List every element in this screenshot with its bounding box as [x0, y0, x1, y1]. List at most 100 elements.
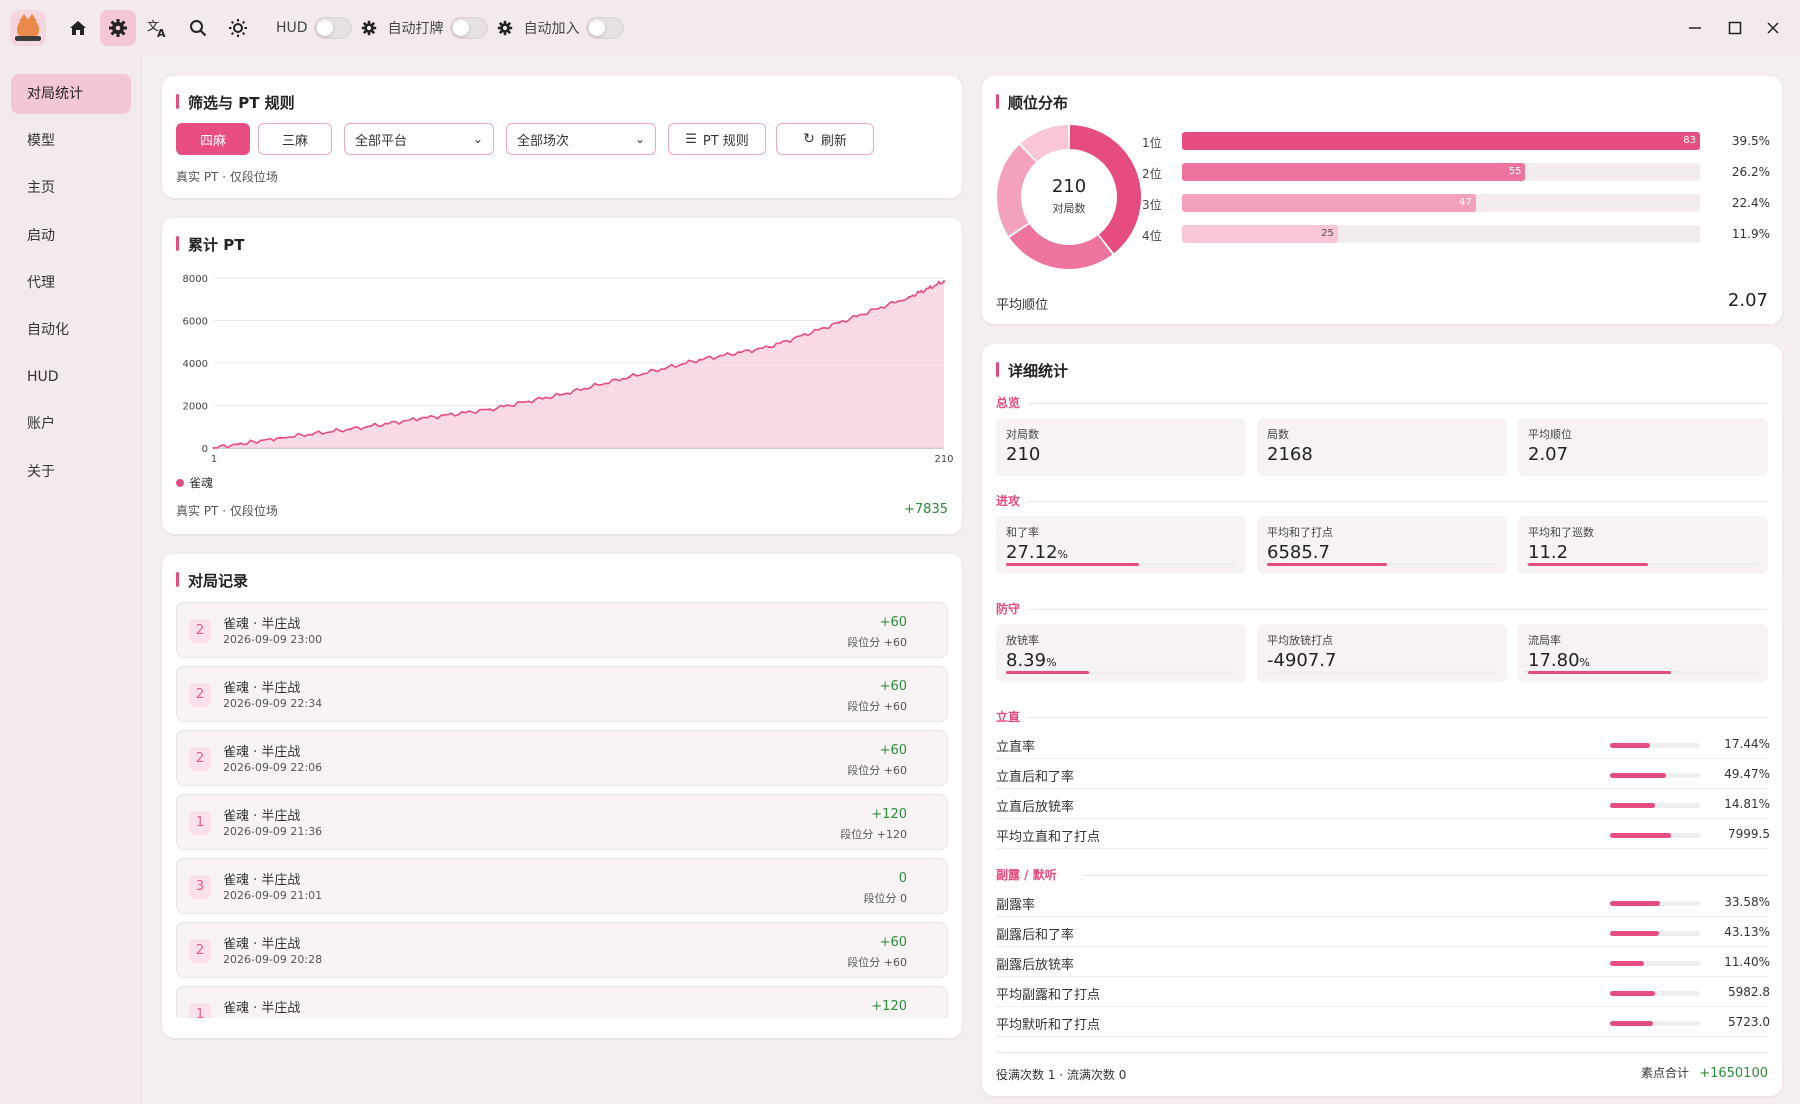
title-bar: 文A HUD 自动打牌 自动加入: [0, 0, 1800, 56]
stat-row-bar: [1610, 773, 1700, 778]
detail-footer-right: 素点合计 +1650100: [1641, 1064, 1768, 1081]
sidebar-item-home[interactable]: 主页: [11, 168, 131, 208]
settings-gear-icon[interactable]: [100, 10, 136, 46]
stat-value: -4907.7: [1267, 650, 1336, 671]
record-pt: +120: [871, 807, 907, 822]
list-item[interactable]: 3 雀魂 · 半庄战 2026-09-09 21:01 0 段位分 0: [176, 858, 948, 914]
record-title: 雀魂 · 半庄战: [223, 873, 301, 888]
search-icon[interactable]: [180, 10, 216, 46]
mode-four-button[interactable]: 四麻: [176, 123, 250, 155]
auto-play-label: 自动打牌: [387, 21, 444, 37]
rank-percent: 39.5%: [1731, 134, 1770, 148]
list-item[interactable]: 1雀魂 · 半庄战2026-09-07 19:04+120段位分 +120: [176, 986, 948, 1018]
section-defense-divider: [1028, 609, 1768, 610]
record-title: 雀魂 · 半庄战: [223, 617, 301, 632]
chevron-down-icon: ⌄: [634, 132, 645, 146]
record-title: 雀魂 · 半庄战: [223, 937, 301, 952]
stat-label: 对局数: [1006, 428, 1039, 441]
stat-row-label: 平均副露和了打点: [996, 988, 1101, 1003]
sidebar-item-match-stats[interactable]: 对局统计: [11, 74, 131, 114]
refresh-icon: ↻: [803, 131, 815, 147]
stat-row-divider: [996, 976, 1768, 977]
chart-point: [907, 295, 911, 299]
sidebar-item-about[interactable]: 关于: [11, 452, 131, 492]
record-rank-points: 段位分 +60: [847, 956, 907, 969]
stat-card: 放铳率 8.39%: [996, 624, 1246, 682]
avg-rank-value: 2.07: [1727, 290, 1768, 311]
stat-card: 平均放铳打点 -4907.7: [1257, 624, 1507, 682]
rank-distribution-title: 顺位分布: [996, 92, 1068, 113]
sidebar-item-automation[interactable]: 自动化: [11, 310, 131, 350]
record-time: 2026-09-07 19:04: [223, 1017, 322, 1018]
stat-number: 2168: [1267, 444, 1313, 465]
stat-row-value: 11.40%: [1724, 955, 1770, 969]
list-item[interactable]: 2 雀魂 · 半庄战 2026-09-09 22:34 +60 段位分 +60: [176, 666, 948, 722]
stat-row-value: 43.13%: [1724, 925, 1770, 939]
chart-point: [838, 321, 841, 324]
section-attack: 进攻: [996, 494, 1021, 508]
match-records-title: 对局记录: [176, 570, 248, 591]
detailed-stats-title: 详细统计: [996, 360, 1068, 381]
maximize-icon[interactable]: [1720, 14, 1750, 42]
rank-bar-fill: 47: [1182, 194, 1476, 212]
stat-bar: [1528, 563, 1758, 566]
filter-panel: 筛选与 PT 规则 四麻 三麻 全部平台 ⌄ 全部场次 ⌄ ☰ PT 规则 ↻ …: [162, 76, 962, 198]
chart-point: [488, 408, 492, 411]
close-icon[interactable]: [1758, 14, 1788, 42]
translate-icon[interactable]: 文A: [140, 10, 176, 46]
record-rank-points: 段位分 +60: [847, 764, 907, 777]
auto-play-settings-gear-icon[interactable]: [492, 10, 518, 46]
refresh-button[interactable]: ↻ 刷新: [776, 123, 874, 155]
platform-select[interactable]: 全部平台 ⌄: [344, 123, 494, 155]
sidebar-item-account[interactable]: 账户: [11, 404, 131, 444]
sidebar: 对局统计 模型 主页 启动 代理 自动化 HUD 账户 关于: [0, 56, 142, 1104]
auto-join-toggle[interactable]: [585, 17, 624, 39]
stat-row-bar-fill: [1610, 803, 1655, 808]
section-attack-divider: [1028, 501, 1768, 502]
stat-row-bar-fill: [1610, 961, 1645, 966]
minimize-icon[interactable]: [1680, 14, 1710, 42]
stat-row-label: 立直后放铳率: [996, 800, 1075, 815]
list-item[interactable]: 2 雀魂 · 半庄战 2026-09-09 23:00 +60 段位分 +60: [176, 602, 948, 658]
stat-row-bar-fill: [1610, 743, 1650, 748]
sidebar-item-hud[interactable]: HUD: [11, 357, 131, 397]
list-item[interactable]: 2 雀魂 · 半庄战 2026-09-09 20:28 +60 段位分 +60: [176, 922, 948, 978]
match-type-select-value: 全部场次: [517, 133, 570, 149]
stat-value: 17.80%: [1528, 650, 1590, 671]
record-pt: +60: [879, 679, 907, 694]
pt-rules-button[interactable]: ☰ PT 规则: [668, 123, 766, 155]
rank-bar-track: 47: [1182, 194, 1700, 212]
hud-toggle[interactable]: [313, 17, 352, 39]
cumulative-pt-panel: 累计 PT 0 2000 4000 6000 8000 1 210 雀魂 真实 PT · 仅…: [162, 218, 962, 534]
stat-number: -4907.7: [1267, 650, 1337, 671]
auto-play-toggle[interactable]: [449, 17, 488, 39]
record-time: 2026-09-09 21:01: [223, 889, 323, 902]
stat-label: 和了率: [1006, 526, 1039, 539]
rank-badge: 1: [189, 1003, 211, 1018]
sidebar-item-launch[interactable]: 启动: [11, 216, 131, 256]
y-tick-label: 6000: [183, 317, 208, 328]
stat-label: 流局率: [1528, 634, 1561, 647]
sidebar-item-model[interactable]: 模型: [11, 121, 131, 161]
list-item[interactable]: 1 雀魂 · 半庄战 2026-09-09 21:36 +120 段位分 +120: [176, 794, 948, 850]
stat-row-divider: [996, 788, 1768, 789]
record-title: 雀魂 · 半庄战: [223, 809, 301, 824]
stat-number: 11.2: [1528, 542, 1569, 563]
stat-card: 平均和了巡数 11.2: [1518, 516, 1768, 574]
list-item[interactable]: 2 雀魂 · 半庄战 2026-09-09 22:06 +60 段位分 +60: [176, 730, 948, 786]
stat-row-bar: [1610, 931, 1700, 936]
sidebar-item-proxy[interactable]: 代理: [11, 263, 131, 303]
detailed-stats-panel: 详细统计 总览 对局数 210 局数 2168 平均顺位 2.07 进攻 和了率 27.12% 平均…: [982, 344, 1782, 1096]
stat-row-bar: [1610, 991, 1700, 996]
hud-settings-gear-icon[interactable]: [356, 10, 382, 46]
rank-label: 4位: [1142, 229, 1162, 243]
match-records-list[interactable]: 2 雀魂 · 半庄战 2026-09-09 23:00 +60 段位分 +60 2 雀魂 ·…: [162, 602, 962, 1018]
home-icon[interactable]: [60, 10, 96, 46]
record-pt: +60: [879, 935, 907, 950]
avg-rank-label: 平均顺位: [996, 298, 1049, 313]
rank-distribution-panel: 顺位分布 210 对局数 1位 83 39.5% 2位 55 26.2% 3位 47 22.4%…: [982, 76, 1782, 324]
mode-three-button[interactable]: 三麻: [258, 123, 332, 155]
match-type-select[interactable]: 全部场次 ⌄: [506, 123, 656, 155]
brightness-icon[interactable]: [220, 10, 256, 46]
legend-label: 雀魂: [189, 476, 214, 490]
